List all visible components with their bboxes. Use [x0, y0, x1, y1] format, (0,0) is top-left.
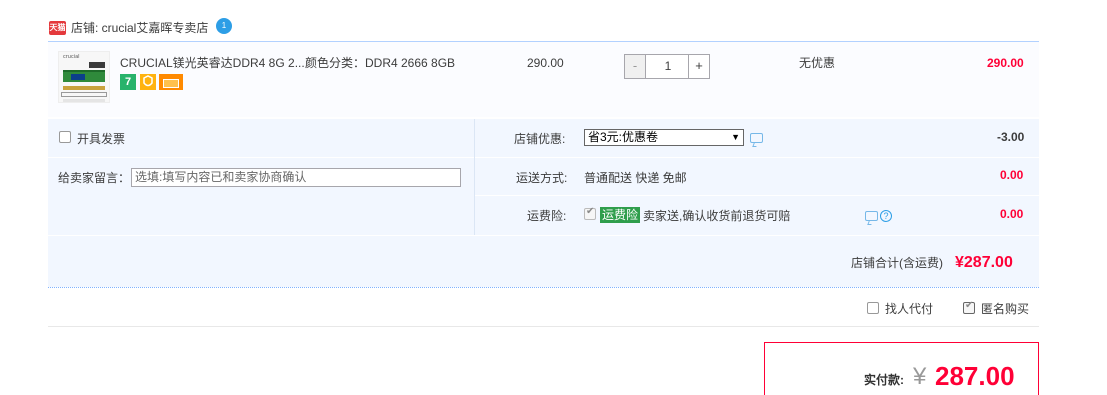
- insurance-description: 卖家送,确认收货前退货可赔: [643, 209, 791, 223]
- insurance-tag: 运费险: [600, 207, 641, 223]
- coupon-selected-value: 省3元:优惠卷: [588, 130, 659, 144]
- anonymous-label: 匿名购买: [981, 302, 1030, 316]
- dropdown-arrow-icon: ▼: [731, 132, 740, 142]
- shipping-value: 普通配送 快递 免邮: [584, 171, 687, 185]
- payment-label: 实付款:: [864, 373, 904, 387]
- unit-price: 290.00: [527, 56, 564, 70]
- coupon-help-chat-icon[interactable]: [750, 133, 763, 143]
- shop-total-value: ¥287.00: [955, 254, 1013, 271]
- payment-amount: 287.00: [935, 361, 1015, 391]
- shipping-amount: 0.00: [1000, 168, 1024, 182]
- divider: [48, 326, 1039, 327]
- quantity-decrease-button[interactable]: -: [625, 55, 646, 78]
- guarantee-icon[interactable]: [140, 74, 156, 90]
- quantity-stepper: - 1 +: [624, 54, 710, 79]
- item-promotion: 无优惠: [799, 56, 836, 70]
- coupon-label: 店铺优惠:: [514, 132, 566, 146]
- credit-card-icon[interactable]: [159, 74, 183, 90]
- product-title-link[interactable]: CRUCIAL镁光英睿达DDR4 8G 2...: [120, 56, 305, 70]
- shipping-label: 运送方式:: [516, 171, 568, 185]
- proxy-pay-checkbox[interactable]: [867, 302, 879, 314]
- item-subtotal: 290.00: [987, 56, 1024, 70]
- thumbnail-brand-text: crucial: [63, 54, 80, 60]
- wangwang-chat-icon[interactable]: 1: [216, 18, 232, 34]
- product-thumbnail[interactable]: crucial: [58, 51, 110, 103]
- coupon-amount: -3.00: [997, 130, 1025, 144]
- insurance-chat-icon[interactable]: [865, 211, 878, 221]
- insurance-amount: 0.00: [1000, 207, 1024, 221]
- help-question-icon[interactable]: ?: [880, 210, 892, 222]
- shop-total-label: 店铺合计(含运费): [851, 256, 943, 270]
- insurance-checkbox[interactable]: [584, 206, 596, 220]
- invoice-checkbox[interactable]: [59, 131, 71, 143]
- invoice-label: 开具发票: [77, 132, 126, 146]
- memo-input[interactable]: 选填:填写内容已和卖家协商确认: [131, 168, 461, 187]
- order-item-row: [48, 42, 1039, 117]
- tmall-badge: 天猫: [49, 21, 66, 35]
- payment-currency: ¥: [913, 363, 927, 390]
- memo-label: 给卖家留言：: [58, 171, 131, 185]
- product-sku: 颜色分类：DDR4 2666 8GB: [305, 56, 456, 70]
- quantity-increase-button[interactable]: +: [688, 55, 709, 78]
- seven-day-return-icon[interactable]: 7: [120, 74, 136, 90]
- proxy-pay-label: 找人代付: [885, 302, 934, 316]
- coupon-select[interactable]: 省3元:优惠卷 ▼: [584, 129, 744, 146]
- insurance-label: 运费险:: [527, 209, 567, 223]
- shop-name-link[interactable]: 店铺: crucial艾嘉晖专卖店: [71, 20, 208, 36]
- quantity-input[interactable]: 1: [647, 55, 689, 78]
- anonymous-checkbox[interactable]: [963, 300, 975, 314]
